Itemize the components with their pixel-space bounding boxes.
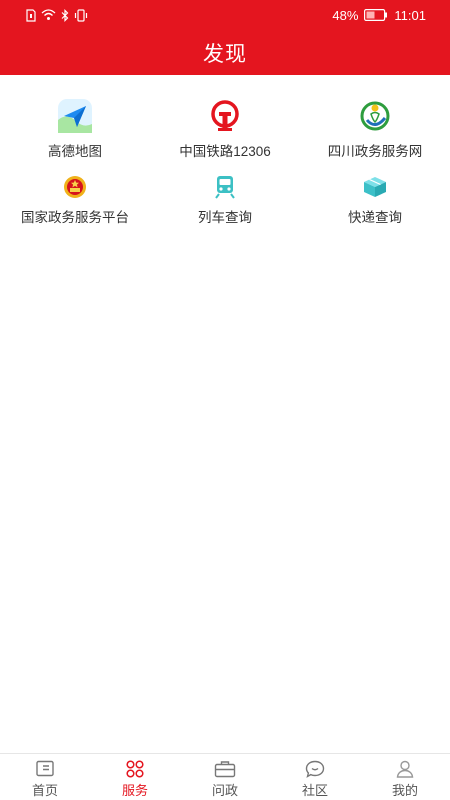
service-amap[interactable]: 高德地图 [0,96,150,166]
service-label: 国家政务服务平台 [21,210,129,225]
clock: 11:01 [394,7,426,23]
wifi-icon [41,9,56,20]
bottom-nav: 首页 服务 问政 社区 我的 [0,753,450,800]
amap-icon [55,96,95,136]
tab-label: 问政 [211,783,238,798]
national-emblem-icon [55,172,95,202]
app-header: 48% 11:01 发现 [0,0,450,75]
briefcase-icon [214,761,236,778]
page-title: 发现 [203,43,247,66]
tab-label: 服务 [121,783,148,798]
battery-percent: 48% [332,7,359,23]
service-12306[interactable]: 中国铁路12306 [150,96,300,166]
services-grid: 高德地图 中国铁路12306 四川政务服务网 国家政务服务平台 列车查询 快递查… [0,96,450,236]
service-label: 四川政务服务网 [327,144,423,159]
tab-home[interactable]: 首页 [0,754,90,800]
sim-icon [26,8,36,22]
china-railway-icon [205,96,245,136]
service-train-query[interactable]: 列车查询 [150,166,300,236]
tab-community[interactable]: 社区 [270,754,360,800]
tab-me[interactable]: 我的 [360,754,450,800]
home-icon [36,760,54,777]
tab-label: 社区 [301,783,328,798]
package-icon [355,172,395,202]
service-national-gov[interactable]: 国家政务服务平台 [0,166,150,236]
service-label: 快递查询 [348,210,402,225]
status-left [26,8,88,22]
chat-bubble-icon [305,760,325,778]
service-label: 中国铁路12306 [179,144,271,159]
service-label: 列车查询 [198,210,252,225]
status-right: 48% 11:01 [332,7,426,23]
tab-label: 首页 [31,783,58,798]
service-sichuan-gov[interactable]: 四川政务服务网 [300,96,450,166]
vibrate-icon [74,8,88,22]
service-label: 高德地图 [48,144,102,159]
user-icon [396,760,414,778]
tab-services[interactable]: 服务 [90,754,180,800]
service-express-query[interactable]: 快递查询 [300,166,450,236]
bluetooth-icon [61,8,69,22]
sichuan-gov-icon [355,96,395,136]
status-bar: 48% 11:01 [0,0,450,30]
services-icon [126,760,144,778]
tab-inquiry[interactable]: 问政 [180,754,270,800]
train-icon [205,172,245,202]
tab-label: 我的 [391,783,418,798]
battery-icon [364,9,388,21]
